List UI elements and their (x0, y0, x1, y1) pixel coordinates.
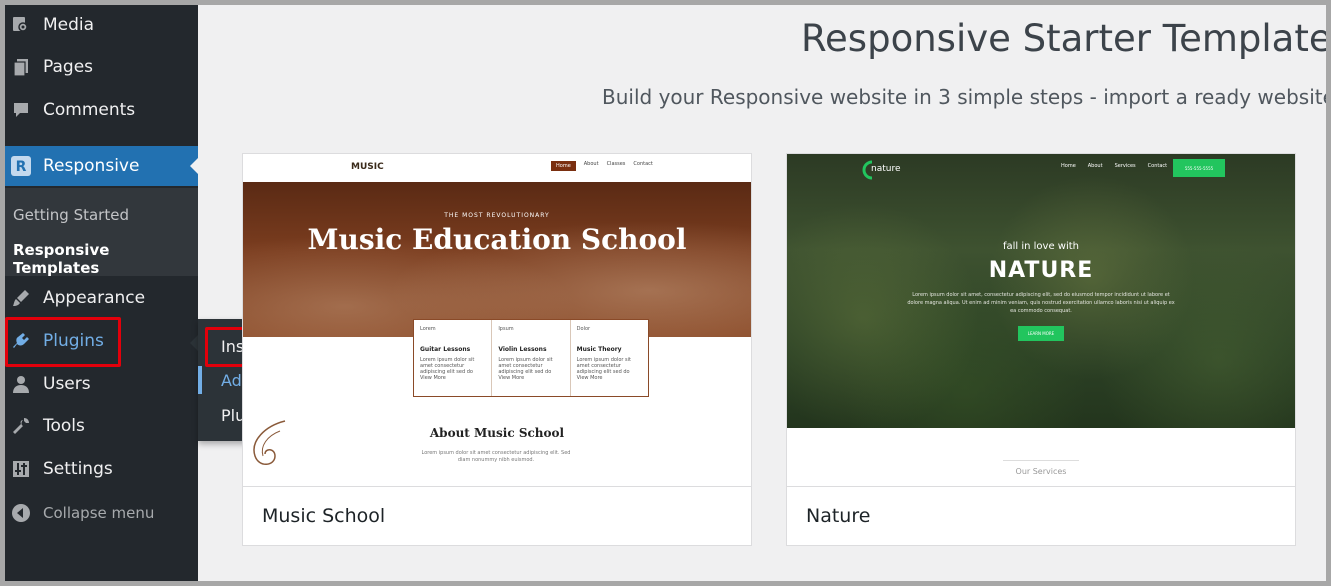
collapse-menu-button[interactable]: Collapse menu (5, 493, 198, 533)
feature-title: Violin Lessons (498, 346, 547, 353)
preview-hero: nature Home About Services Contact 555-5… (787, 154, 1295, 428)
users-icon (10, 373, 32, 395)
preview-nav-link: Classes (606, 161, 626, 167)
feature-title: Guitar Lessons (420, 346, 471, 353)
preview-about-text: Lorem ipsum dolor sit amet consectetur a… (421, 450, 571, 463)
media-icon (10, 14, 32, 36)
preview-feature-box: Lorem Guitar Lessons Lorem ipsum dolor s… (414, 320, 493, 396)
preview-divider (1003, 460, 1079, 461)
preview-navbar: MUSIC Home About Classes Contact (243, 154, 751, 182)
template-preview: nature Home About Services Contact 555-5… (787, 154, 1295, 486)
admin-sidebar: Media Pages Comments R Responsive Gettin… (5, 5, 198, 581)
preview-feature-boxes: Lorem Guitar Lessons Lorem ipsum dolor s… (413, 319, 649, 397)
preview-feature-box: Ipsum Violin Lessons Lorem ipsum dolor s… (492, 320, 571, 396)
card-footer: Nature (787, 486, 1295, 545)
active-indicator (190, 158, 198, 174)
responsive-logo-icon: R (10, 155, 32, 177)
svg-text:R: R (16, 159, 27, 175)
submenu-responsive-templates[interactable]: Responsive Templates (13, 241, 198, 277)
preview-nav-link: Contact (633, 161, 653, 167)
feature-text: Lorem ipsum dolor sit amet consectetur a… (498, 357, 553, 375)
sidebar-item-label: Tools (43, 416, 85, 436)
card-footer: Music School (243, 486, 751, 545)
preview-nav-link: Home (1061, 163, 1076, 169)
preview-nav-link: About (583, 161, 599, 167)
submenu-getting-started[interactable]: Getting Started (13, 206, 129, 224)
collapse-arrow-icon (10, 502, 32, 524)
sidebar-item-label: Comments (43, 100, 136, 120)
sidebar-item-label: Settings (43, 459, 113, 479)
sidebar-item-label: Users (43, 374, 91, 394)
page-subtitle: Build your Responsive website in 3 simpl… (602, 85, 1326, 109)
feature-title: Music Theory (576, 346, 622, 353)
sidebar-item-label: Media (43, 15, 95, 35)
preview-logo: nature (871, 164, 901, 174)
feature-tag: Dolor (576, 326, 591, 332)
flyout-hover-bar (198, 366, 202, 394)
feature-text: Lorem ipsum dolor sit amet consectetur a… (576, 357, 631, 375)
hero-photo-overlay (243, 182, 751, 337)
sidebar-item-media[interactable]: Media (5, 5, 198, 45)
sidebar-item-pages[interactable]: Pages (5, 47, 198, 87)
preview-kicker: fall in love with (1002, 241, 1080, 252)
feature-link: View More (576, 375, 603, 381)
feature-tag: Lorem (420, 326, 436, 332)
sidebar-item-label: Responsive (43, 156, 140, 176)
feature-link: View More (498, 375, 525, 381)
template-name[interactable]: Music School (262, 505, 385, 527)
preview-nav-link: Services (1114, 163, 1136, 169)
plugins-highlight-box (5, 317, 121, 367)
settings-sliders-icon (10, 458, 32, 480)
sidebar-item-settings[interactable]: Settings (5, 449, 198, 489)
sidebar-item-users[interactable]: Users (5, 364, 198, 404)
preview-nav-link: Contact (1147, 163, 1168, 169)
feature-tag: Ipsum (498, 326, 514, 332)
preview-kicker: THE MOST REVOLUTIONARY (444, 212, 550, 219)
collapse-menu-label: Collapse menu (43, 504, 155, 522)
sidebar-item-comments[interactable]: Comments (5, 90, 198, 130)
sidebar-item-appearance[interactable]: Appearance (5, 278, 198, 318)
preview-nav-link: About (1087, 163, 1103, 169)
preview-services-heading: Our Services (1015, 467, 1067, 476)
template-card-nature[interactable]: nature Home About Services Contact 555-5… (786, 153, 1296, 546)
feature-link: View More (420, 375, 446, 381)
page-title: Responsive Starter Templates (801, 17, 1326, 60)
preview-hero-title: Music Education School (307, 223, 687, 256)
preview-logo: MUSIC (351, 162, 384, 172)
sidebar-item-tools[interactable]: Tools (5, 406, 198, 446)
preview-hero-paragraph: Lorem ipsum dolor sit amet, consectetur … (907, 292, 1175, 314)
preview-hero-title: NATURE (988, 258, 1094, 283)
sidebar-item-label: Appearance (43, 288, 146, 308)
flyout-notch (190, 335, 198, 351)
appearance-brush-icon (10, 287, 32, 309)
sidebar-item-label: Pages (43, 57, 94, 77)
decorative-swirl-icon (253, 420, 286, 465)
tools-wrench-icon (10, 415, 32, 437)
preview-phone-button: 555-555-5555 (1173, 159, 1225, 177)
feature-text: Lorem ipsum dolor sit amet consectetur a… (420, 357, 475, 375)
pages-icon (10, 56, 32, 78)
template-name[interactable]: Nature (806, 505, 870, 527)
preview-nav-link: Home (551, 161, 576, 171)
template-card-music-school[interactable]: MUSIC Home About Classes Contact THE MOS… (242, 153, 752, 546)
preview-nav-links: Home About Services Contact (1061, 163, 1167, 169)
comments-icon (10, 99, 32, 121)
wp-admin-window: Media Pages Comments R Responsive Gettin… (5, 5, 1326, 581)
preview-hero: THE MOST REVOLUTIONARY Music Education S… (243, 182, 751, 337)
preview-nav-links: Home About Classes Contact (551, 161, 653, 171)
preview-learn-more-button: LEARN MORE (1018, 326, 1064, 341)
template-preview: MUSIC Home About Classes Contact THE MOS… (243, 154, 751, 486)
preview-about-title: About Music School (429, 426, 565, 440)
preview-feature-box: Dolor Music Theory Lorem ipsum dolor sit… (571, 320, 648, 396)
sidebar-item-responsive[interactable]: R Responsive (5, 146, 198, 186)
